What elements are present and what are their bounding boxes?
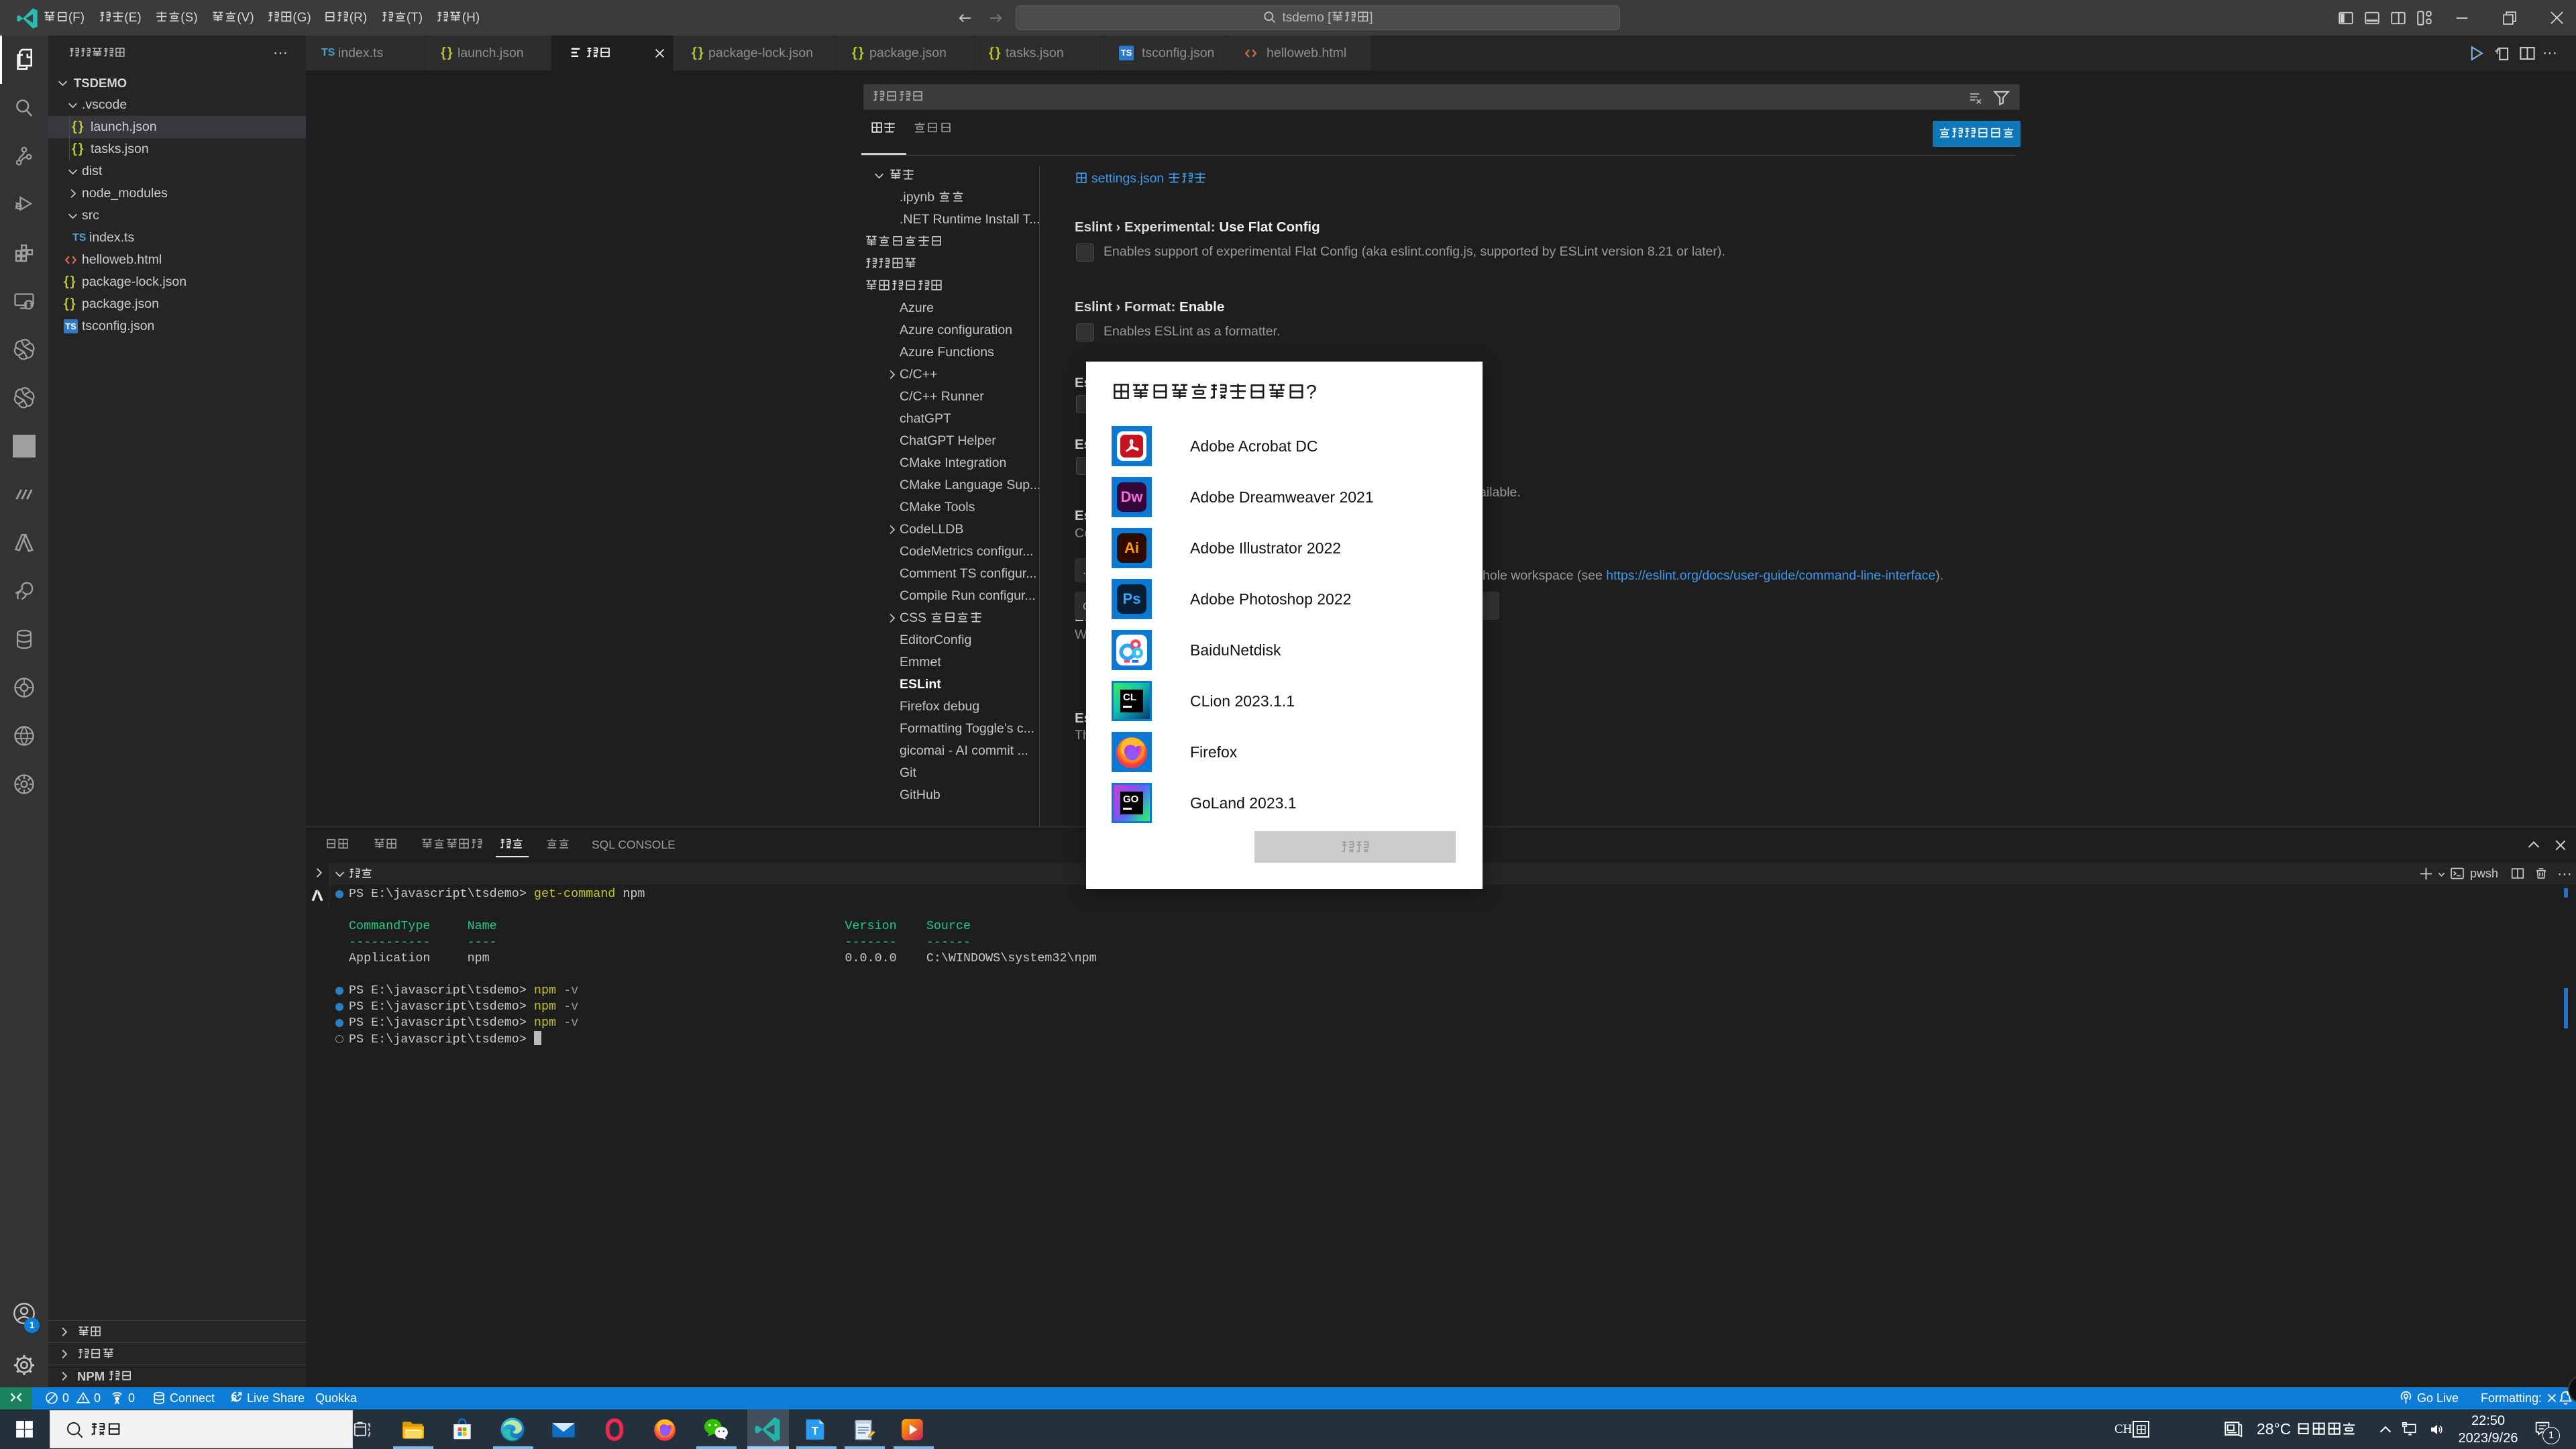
svg-text:T: T <box>812 1425 818 1438</box>
